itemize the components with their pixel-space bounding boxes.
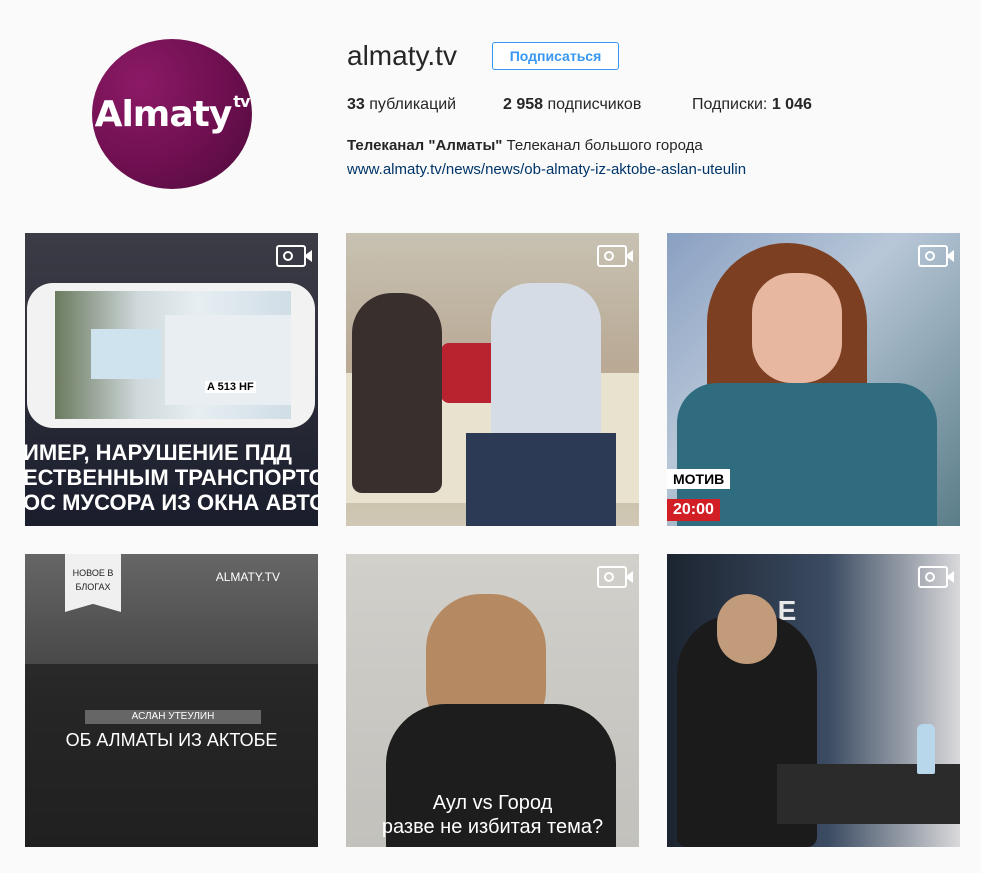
profile-avatar[interactable]: Almaty tv [92,39,252,189]
profile-bio-link[interactable]: www.almaty.tv/news/news/ob-almaty-iz-akt… [347,161,746,178]
profile-bio-name: Телеканал "Алматы" [347,137,503,154]
post-tile[interactable]: МОТИВ 20:00 [667,233,960,526]
following-count-value: 1 046 [771,96,812,113]
subtitle-line: Аул vs Город [432,792,553,814]
followers-count-value: 2 958 [503,96,544,113]
avatar-logo: Almaty tv [94,91,251,135]
following-count-label: Подписки: [692,96,768,113]
person-image [352,293,442,493]
post-tile[interactable] [346,233,639,526]
crowd-image [25,664,318,847]
avatar-logo-text: Almaty [94,93,233,135]
posts-count: 33 публикаций [347,96,456,114]
follow-button[interactable]: Подписаться [492,42,619,70]
person-face [717,594,777,664]
posts-count-label: публикаций [369,96,457,113]
profile-bio: Телеканал "Алматы" Телеканал большого го… [347,137,703,154]
profile-bio-text: Телеканал большого города [502,137,703,154]
person-face [752,273,842,383]
phone-illustration: A 513 HF [27,283,315,428]
blog-ribbon: НОВОЕ В БЛОГАХ [65,554,121,612]
ribbon-line: БЛОГАХ [75,582,111,592]
post-tile[interactable]: НОВОЕ В БЛОГАХ ALMATY.TV АСЛАН УТЕУЛИН О… [25,554,318,847]
post-tile[interactable]: E R S [667,554,960,847]
person-image [466,433,616,526]
bus-plate: A 513 HF [205,381,256,393]
followers-count-label: подписчиков [547,96,642,113]
ribbon-line: НОВОЕ В [72,568,114,578]
followers-count[interactable]: 2 958 подписчиков [503,96,641,114]
brand-watermark: ALMATY.TV [215,570,280,584]
phone-screen: A 513 HF [55,291,291,419]
posts-grid: A 513 HF ИМЕР, НАРУШЕНИЕ ПДД ЕСТВЕННЫМ Т… [25,233,960,873]
following-count[interactable]: Подписки: 1 046 [692,96,812,114]
video-icon [918,245,954,267]
video-icon [918,566,954,588]
video-icon [276,245,312,267]
post-caption-line: ОС МУСОРА ИЗ ОКНА АВТО [25,490,318,515]
tv-label: МОТИВ [667,469,731,489]
bottle-image [917,724,935,774]
post-tile[interactable]: Аул vs Город разве не избитая тема? [346,554,639,847]
subtitle-line: разве не избитая тема? [381,816,604,838]
profile-username: almaty.tv [347,40,457,71]
avatar-logo-sup: tv [233,91,250,111]
video-icon [597,245,633,267]
post-title: ОБ АЛМАТЫ ИЗ АКТОБЕ [65,730,278,750]
posts-count-value: 33 [347,96,365,113]
tv-time: 20:00 [667,499,720,521]
post-caption-line: ЕСТВЕННЫМ ТРАНСПОРТОМ, [25,465,318,490]
post-tile[interactable]: A 513 HF ИМЕР, НАРУШЕНИЕ ПДД ЕСТВЕННЫМ Т… [25,233,318,526]
video-icon [597,566,633,588]
speaker-name: АСЛАН УТЕУЛИН [85,710,261,724]
post-caption-line: ИМЕР, НАРУШЕНИЕ ПДД [25,440,292,465]
